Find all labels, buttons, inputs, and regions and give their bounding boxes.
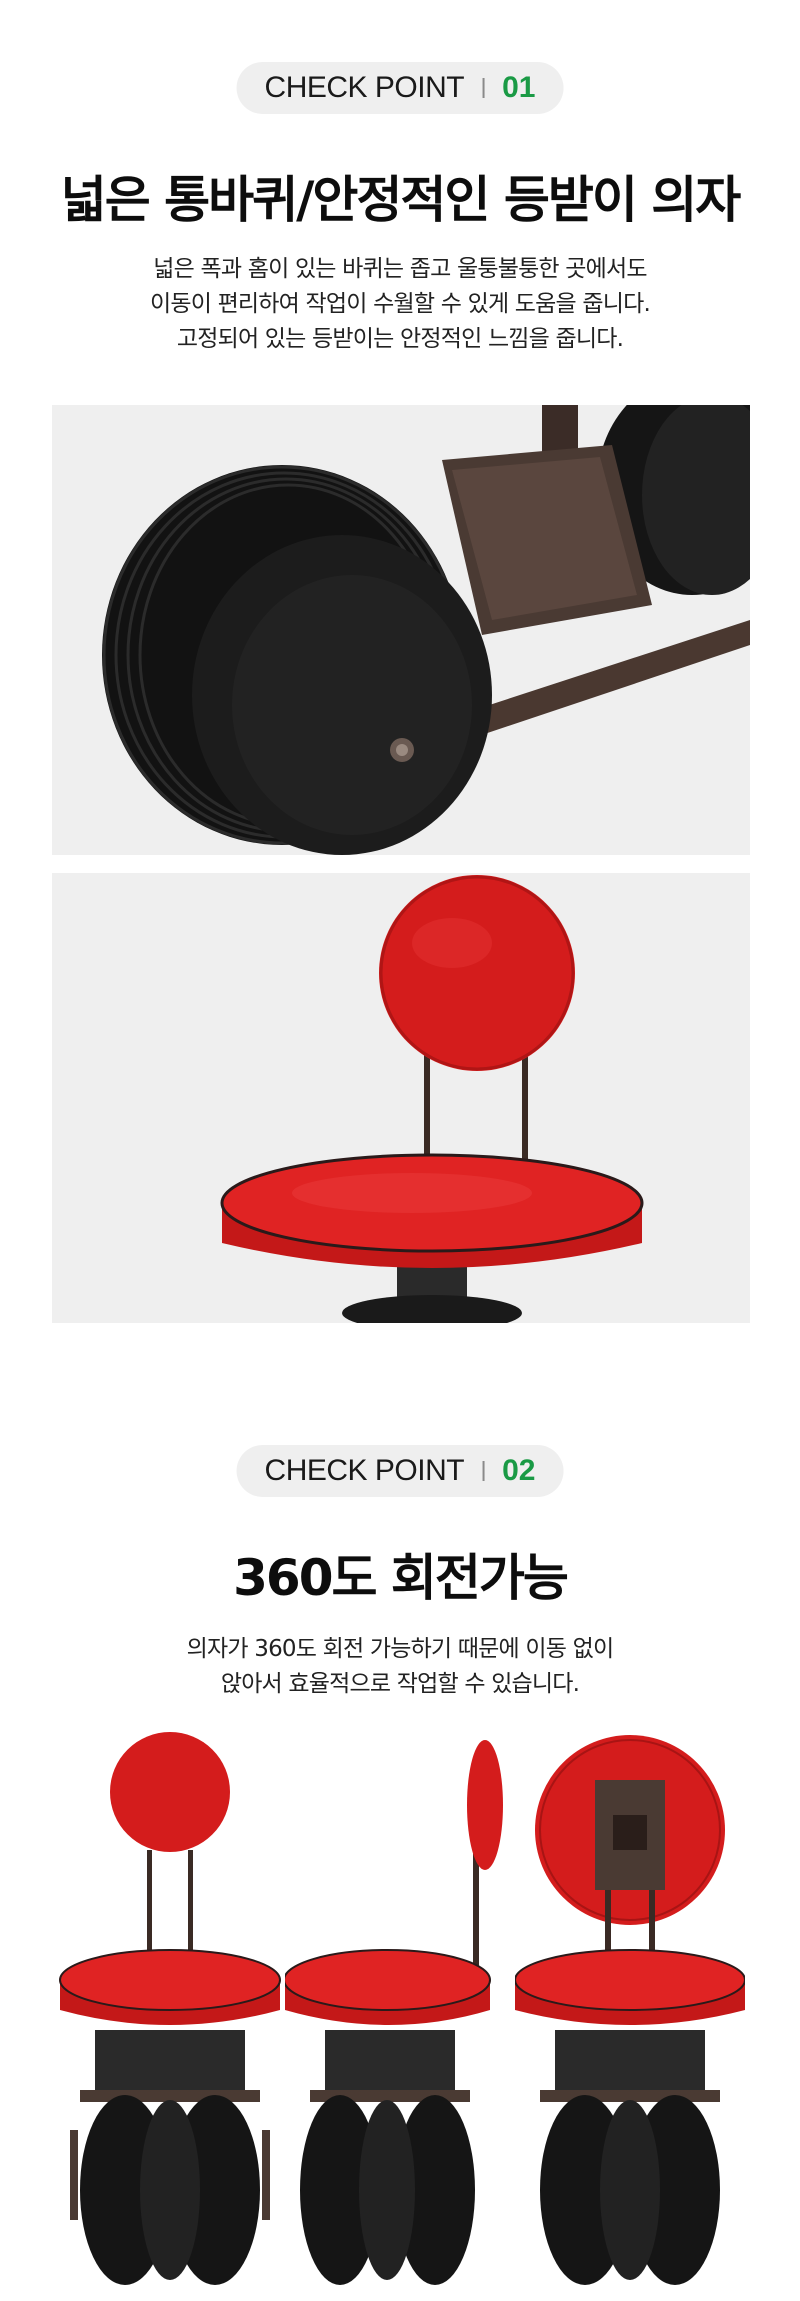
checkpoint-label: CHECK POINT: [264, 1454, 465, 1487]
checkpoint-badge: CHECK POINT 02: [236, 1445, 564, 1497]
section-title: 360도 회전가능: [233, 1549, 569, 1607]
checkpoint-label: CHECK POINT: [264, 71, 465, 104]
section-description: 넓은 폭과 홈이 있는 바퀴는 좁고 울퉁불퉁한 곳에서도 이동이 편리하여 작…: [0, 252, 800, 357]
description-line: 의자가 360도 회전 가능하기 때문에 이동 없이: [186, 1636, 614, 1662]
checkpoint-01-section: CHECK POINT 01 넓은 통바퀴/안정적인 등받이 의자 넓은 폭과 …: [0, 0, 800, 1330]
description-line: 고정되어 있는 등받이는 안정적인 느낌을 줍니다.: [176, 326, 624, 352]
checkpoint-number: 01: [502, 71, 536, 104]
description-line: 앉아서 효율적으로 작업할 수 있습니다.: [220, 1671, 580, 1697]
badge-divider: [482, 1461, 485, 1481]
badge-divider: [482, 78, 485, 98]
chair-back-view: [515, 1730, 745, 2290]
description-line: 넓은 폭과 홈이 있는 바퀴는 좁고 울퉁불퉁한 곳에서도: [153, 256, 647, 282]
description-line: 이동이 편리하여 작업이 수월할 수 있게 도움을 줍니다.: [149, 291, 651, 317]
checkpoint-number: 02: [502, 1454, 536, 1487]
section-description: 의자가 360도 회전 가능하기 때문에 이동 없이 앉아서 효율적으로 작업할…: [0, 1632, 800, 1702]
chair-front-view: [55, 1730, 285, 2290]
section-title: 넓은 통바퀴/안정적인 등받이 의자: [60, 171, 741, 229]
checkpoint-badge: CHECK POINT 01: [236, 62, 564, 114]
wheel-closeup-photo: [52, 405, 750, 855]
chair-side-view: [285, 1730, 515, 2290]
checkpoint-02-section: CHECK POINT 02 360도 회전가능 의자가 360도 회전 가능하…: [0, 1330, 800, 2301]
seat-backrest-photo: [52, 873, 750, 1323]
